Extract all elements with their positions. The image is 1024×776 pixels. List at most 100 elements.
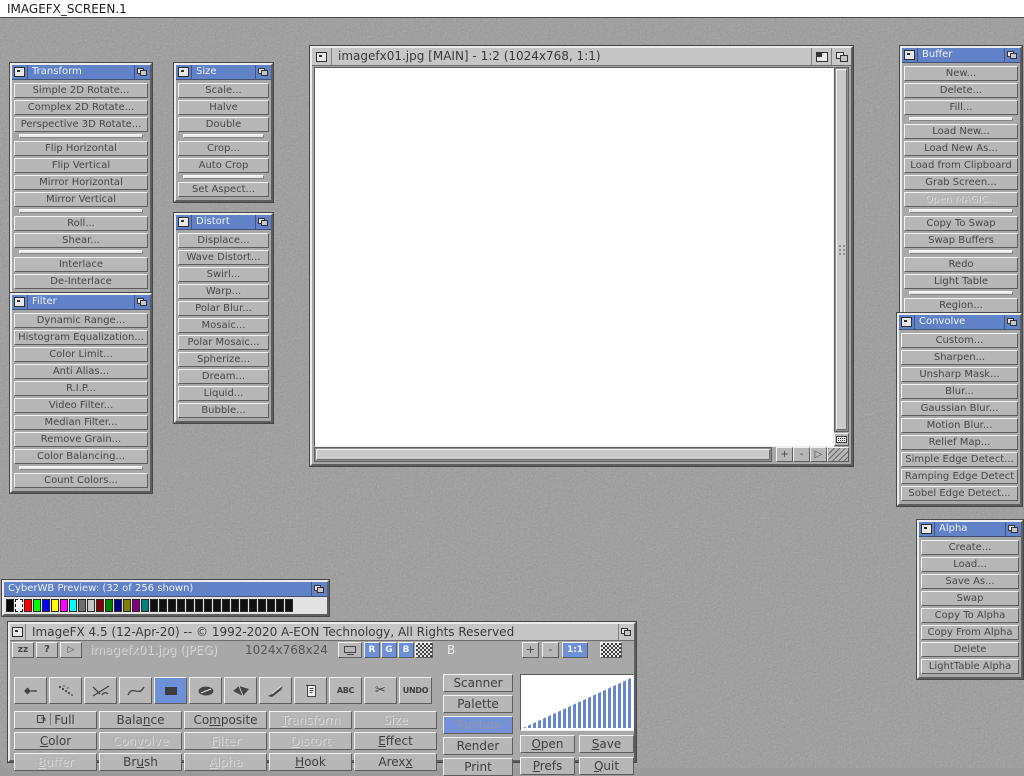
- transform-de-interlace-button[interactable]: De-Interlace: [14, 274, 148, 289]
- panel-convolve-titlebar[interactable]: Convolve: [899, 315, 1020, 330]
- distort-dream-button[interactable]: Dream...: [178, 369, 269, 384]
- palette-swatch-18[interactable]: [168, 599, 176, 612]
- panel-distort-titlebar[interactable]: Distort: [176, 215, 271, 230]
- convolve-ramping-edge-detect-button[interactable]: Ramping Edge Detect: [901, 469, 1018, 484]
- play-macro-button[interactable]: ▷: [60, 642, 82, 658]
- arexx-button[interactable]: Arexx: [354, 753, 437, 771]
- size-halve-button[interactable]: Halve: [178, 100, 269, 115]
- open-button[interactable]: Open: [520, 735, 575, 753]
- convolve-simple-edge-detect-button[interactable]: Simple Edge Detect...: [901, 452, 1018, 467]
- depth-gadget-icon[interactable]: [618, 624, 634, 640]
- distort-swirl-button[interactable]: Swirl...: [178, 267, 269, 282]
- vertical-scrollbar-thumb[interactable]: [836, 69, 847, 430]
- close-icon[interactable]: [10, 624, 26, 640]
- depth-gadget-icon[interactable]: [831, 48, 851, 65]
- mode-palette-button[interactable]: Palette: [443, 695, 513, 713]
- resize-corner[interactable]: [827, 447, 849, 462]
- palette-swatch-25[interactable]: [231, 599, 239, 612]
- close-icon[interactable]: [919, 522, 935, 536]
- balance-button[interactable]: Balance: [99, 711, 182, 729]
- convolve-sharpen-button[interactable]: Sharpen...: [901, 350, 1018, 365]
- palette-swatch-24[interactable]: [222, 599, 230, 612]
- distort-polar-blur-button[interactable]: Polar Blur...: [178, 301, 269, 316]
- distort-bubble-button[interactable]: Bubble...: [178, 403, 269, 418]
- depth-gadget-icon[interactable]: [311, 582, 327, 596]
- palette-swatch-17[interactable]: [159, 599, 167, 612]
- palette-swatch-0[interactable]: [6, 599, 14, 612]
- size-scale-button[interactable]: Scale...: [178, 83, 269, 98]
- size-crop-button[interactable]: Crop...: [178, 141, 269, 156]
- palette-swatch-10[interactable]: [96, 599, 104, 612]
- alpha-save-as-button[interactable]: Save As...: [921, 574, 1019, 589]
- clipboard-tool-button[interactable]: [294, 677, 327, 704]
- palette-swatch-5[interactable]: [51, 599, 59, 612]
- buffer-fill-button[interactable]: Fill...: [904, 100, 1018, 115]
- palette-swatch-31[interactable]: [285, 599, 293, 612]
- palette-swatch-28[interactable]: [258, 599, 266, 612]
- close-icon[interactable]: [902, 48, 918, 62]
- transform-shear-button[interactable]: Shear...: [14, 233, 148, 248]
- buffer-load-new-button[interactable]: Load New...: [904, 124, 1018, 139]
- hook-button[interactable]: Hook: [269, 753, 352, 771]
- palette-window-titlebar[interactable]: CyberWB Preview: (32 of 256 shown): [4, 582, 327, 597]
- polygon-tool-button[interactable]: [224, 677, 257, 704]
- oval-tool-button[interactable]: [189, 677, 222, 704]
- depth-gadget-icon[interactable]: [134, 295, 150, 309]
- transform-mirror-horizontal-button[interactable]: Mirror Horizontal: [14, 175, 148, 190]
- palette-swatch-26[interactable]: [240, 599, 248, 612]
- distort-wave-distort-button[interactable]: Wave Distort...: [178, 250, 269, 265]
- screen-mode-button[interactable]: [338, 642, 362, 658]
- alpha-copy-to-alpha-button[interactable]: Copy To Alpha: [921, 608, 1019, 623]
- palette-swatch-23[interactable]: [213, 599, 221, 612]
- toolbox-titlebar[interactable]: ImageFX 4.5 (12-Apr-20) -- © 1992-2020 A…: [10, 624, 634, 641]
- filter-remove-grain-button[interactable]: Remove Grain...: [14, 432, 148, 447]
- close-icon[interactable]: [12, 65, 28, 79]
- close-icon[interactable]: [899, 315, 915, 329]
- transform-complex-2d-rotate-button[interactable]: Complex 2D Rotate...: [14, 100, 148, 115]
- palette-swatch-19[interactable]: [177, 599, 185, 612]
- composite-button[interactable]: Composite: [184, 711, 267, 729]
- palette-swatch-4[interactable]: [42, 599, 50, 612]
- filter-color-limit-button[interactable]: Color Limit...: [14, 347, 148, 362]
- depth-gadget-icon[interactable]: [1004, 315, 1020, 329]
- filter-dynamic-range-button[interactable]: Dynamic Range...: [14, 313, 148, 328]
- horizontal-scrollbar-thumb[interactable]: [316, 449, 770, 460]
- undo-tool-button[interactable]: UNDO: [399, 677, 432, 704]
- panel-filter-titlebar[interactable]: Filter: [12, 295, 150, 310]
- panel-alpha-titlebar[interactable]: Alpha: [919, 522, 1021, 537]
- transform-flip-horizontal-button[interactable]: Flip Horizontal: [14, 141, 148, 156]
- screen-titlebar[interactable]: IMAGEFX_SCREEN.1: [0, 0, 1024, 18]
- distort-liquid-button[interactable]: Liquid...: [178, 386, 269, 401]
- palette-swatch-27[interactable]: [249, 599, 257, 612]
- buffer-load-from-clipboard-button[interactable]: Load from Clipboard: [904, 158, 1018, 173]
- filter-histogram-equalization-button[interactable]: Histogram Equalization...: [14, 330, 148, 345]
- palette-swatch-20[interactable]: [186, 599, 194, 612]
- size-set-aspect-button[interactable]: Set Aspect...: [178, 182, 269, 197]
- effect-button[interactable]: Effect: [354, 732, 437, 750]
- zoom-out-button[interactable]: -: [542, 642, 559, 658]
- brush-button[interactable]: Brush: [99, 753, 182, 771]
- palette-swatch-11[interactable]: [105, 599, 113, 612]
- palette-swatch-14[interactable]: [132, 599, 140, 612]
- alpha-load-button[interactable]: Load...: [921, 557, 1019, 572]
- move-tool-button[interactable]: [14, 677, 47, 704]
- horizontal-scrollbar[interactable]: [314, 447, 772, 462]
- main-window-titlebar[interactable]: imagefx01.jpg [MAIN] - 1:2 (1024x768, 1:…: [312, 48, 851, 66]
- palette-swatch-21[interactable]: [195, 599, 203, 612]
- convolve-motion-blur-button[interactable]: Motion Blur...: [901, 418, 1018, 433]
- quit-button[interactable]: Quit: [579, 757, 634, 775]
- mode-toolbox-button[interactable]: Toolbox: [443, 716, 513, 734]
- mode-print-button[interactable]: Print: [443, 758, 513, 776]
- distort-warp-button[interactable]: Warp...: [178, 284, 269, 299]
- buffer-redo-button[interactable]: Redo: [904, 257, 1018, 272]
- alpha-swap-button[interactable]: Swap: [921, 591, 1019, 606]
- palette-swatch-30[interactable]: [276, 599, 284, 612]
- depth-gadget-icon[interactable]: [1005, 522, 1021, 536]
- freehand-tool-button[interactable]: [259, 677, 292, 704]
- buffer-light-table-button[interactable]: Light Table: [904, 274, 1018, 289]
- buffer-copy-to-swap-button[interactable]: Copy To Swap: [904, 216, 1018, 231]
- channel-r-button[interactable]: R: [364, 642, 380, 658]
- alpha-create-button[interactable]: Create...: [921, 540, 1019, 555]
- convolve-unsharp-mask-button[interactable]: Unsharp Mask...: [901, 367, 1018, 382]
- distort-mosaic-button[interactable]: Mosaic...: [178, 318, 269, 333]
